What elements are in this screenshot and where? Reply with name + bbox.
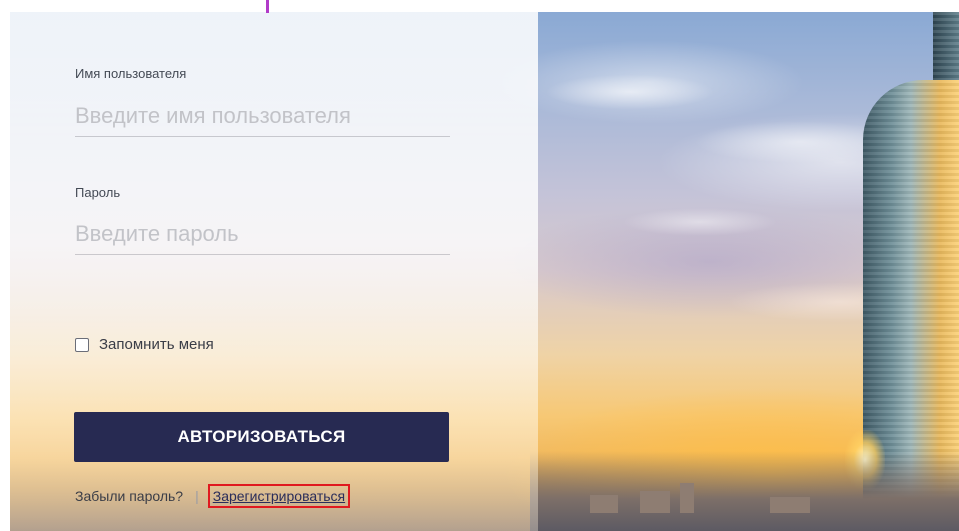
- username-label: Имя пользователя: [75, 66, 187, 81]
- forgot-password-link[interactable]: Забыли пароль?: [75, 488, 183, 504]
- accent-mark: [266, 0, 269, 13]
- link-separator: |: [195, 488, 199, 504]
- remember-me[interactable]: Запомнить меня: [75, 336, 214, 353]
- auth-footer-links: Забыли пароль? | Зарегистрироваться: [75, 484, 351, 508]
- remember-label[interactable]: Запомнить меня: [99, 336, 214, 353]
- remember-checkbox[interactable]: [75, 337, 89, 352]
- city-skyline-image: [530, 451, 959, 531]
- login-button[interactable]: АВТОРИЗОВАТЬСЯ: [74, 412, 449, 462]
- password-input[interactable]: [75, 214, 450, 255]
- register-link[interactable]: Зарегистрироваться: [207, 484, 351, 508]
- username-input[interactable]: [75, 96, 450, 137]
- login-screen: Имя пользователя Пароль Запомнить меня А…: [0, 0, 959, 531]
- password-label: Пароль: [75, 185, 121, 200]
